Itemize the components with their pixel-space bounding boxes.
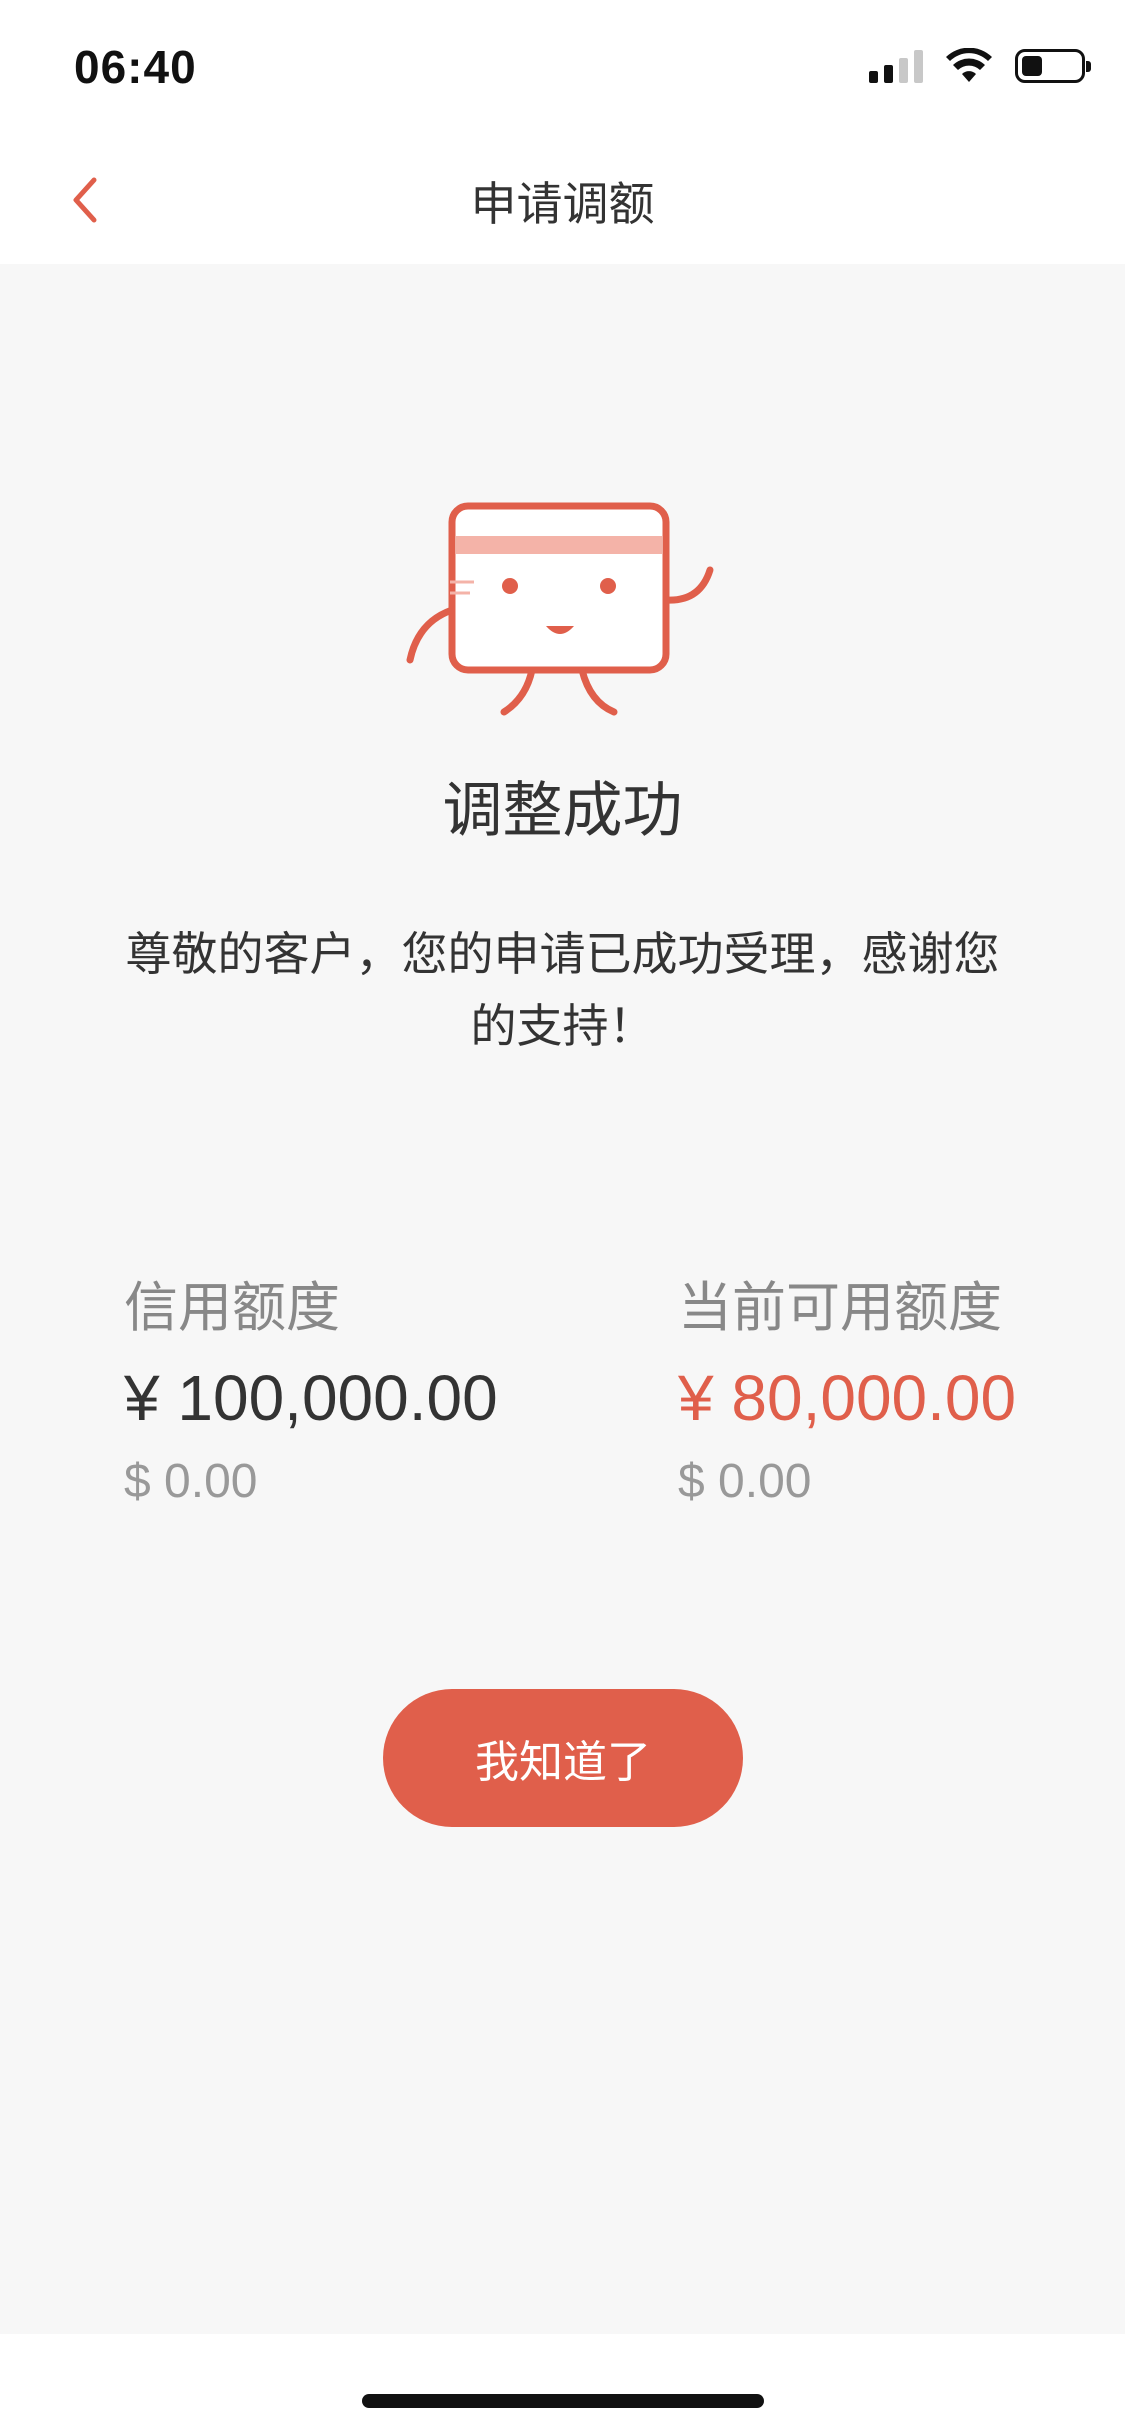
nav-bar: 申请调额 [0,132,1125,264]
available-limit-block: 当前可用额度 ¥ 80,000.00 $ 0.00 [678,1272,1016,1514]
credit-limit-cny: ¥ 100,000.00 [124,1362,498,1434]
available-limit-usd: $ 0.00 [678,1455,812,1508]
credit-limit-block: 信用额度 ¥ 100,000.00 $ 0.00 [124,1272,498,1514]
status-icons [869,48,1091,84]
status-bar: 06:40 [0,0,1125,132]
screen: 06:40 申请调额 调整成功 尊敬的客户，您的申请已成功受理，感谢您的支持！ … [0,0,1125,2436]
available-limit-cny: ¥ 80,000.00 [678,1362,1017,1434]
battery-icon [1015,49,1091,83]
available-limit-label: 当前可用额度 [678,1276,1002,1339]
credit-limit-usd: $ 0.00 [124,1455,258,1508]
result-title: 调整成功 [442,776,683,846]
home-indicator-area [0,2334,1125,2436]
result-message: 尊敬的客户，您的申请已成功受理，感谢您的支持！ [125,927,1000,1053]
wifi-icon [946,48,992,82]
signal-icon [869,49,923,83]
credit-limit-label: 信用额度 [124,1276,340,1339]
home-indicator[interactable] [362,2394,764,2408]
status-time: 06:40 [74,41,197,93]
page-title: 申请调额 [470,177,655,231]
ok-button[interactable]: 我知道了 [383,1689,743,1827]
card-mascot-icon [406,502,714,716]
